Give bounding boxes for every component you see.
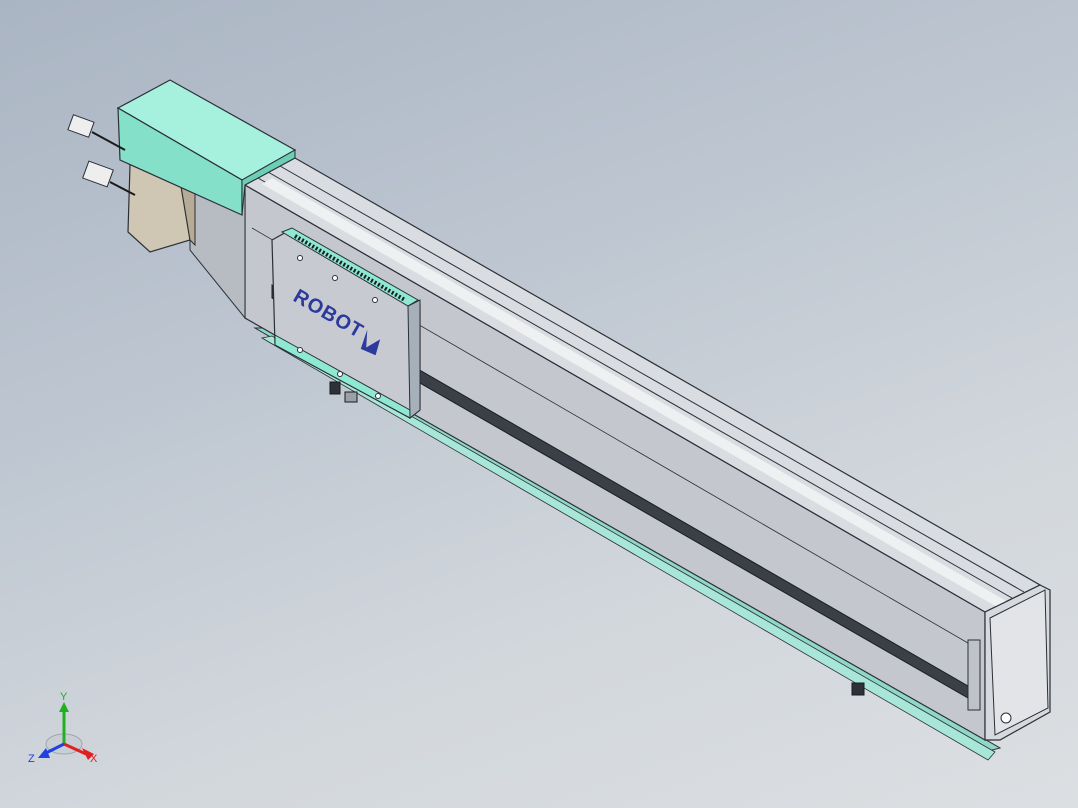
carriage-screw-6 — [375, 393, 381, 399]
sensor-bracket — [344, 391, 358, 403]
carriage-screw-2 — [332, 275, 338, 281]
carriage-side — [407, 299, 421, 420]
carriage-screw-4 — [297, 347, 303, 353]
triad-y-arrow-icon — [59, 702, 69, 712]
triad-z-label: Z — [28, 753, 35, 765]
connector-upper — [67, 114, 126, 151]
end-bracket — [967, 639, 981, 711]
carriage-screw-1 — [297, 255, 303, 261]
linear-actuator-model[interactable]: ROBOT — [0, 0, 1078, 808]
triad-x-label: X — [90, 753, 98, 765]
coordinate-triad: Y X Z — [28, 691, 98, 765]
carriage-screw-5 — [337, 371, 343, 377]
cad-viewport[interactable]: ROBOT Y X Z — [0, 0, 1078, 808]
sensor-left — [329, 381, 341, 395]
end-cap-hole — [1000, 712, 1012, 724]
sensor-right — [851, 682, 865, 696]
triad-y-label: Y — [60, 691, 68, 703]
connector-lower — [82, 160, 136, 196]
carriage-screw-3 — [372, 297, 378, 303]
